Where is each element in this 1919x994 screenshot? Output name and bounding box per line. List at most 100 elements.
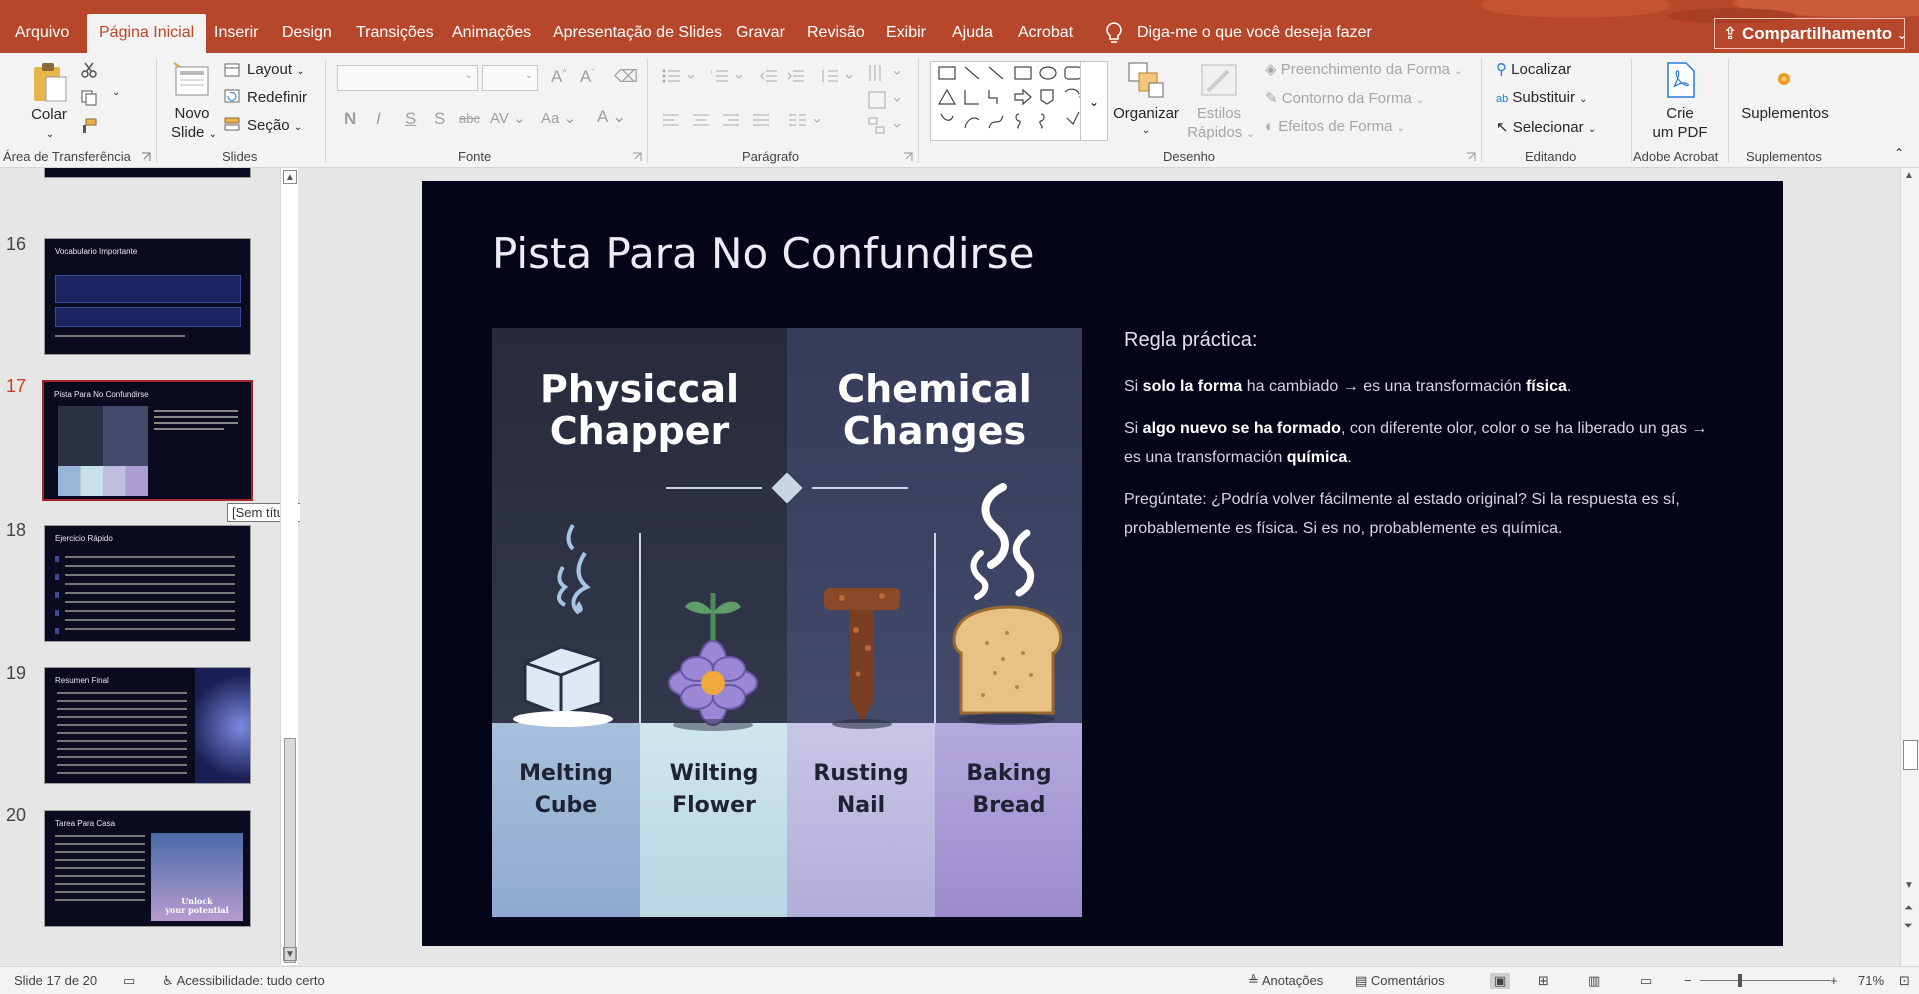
scroll-up-icon[interactable]: ▲ <box>1904 170 1914 181</box>
paste-icon[interactable] <box>30 61 70 105</box>
quick-styles-label-1[interactable]: Estilos <box>1190 104 1248 123</box>
line-spacing-icon[interactable] <box>820 69 854 83</box>
increase-font-icon[interactable]: A^ <box>551 67 567 87</box>
tab-apresentacao[interactable]: Apresentação de Slides <box>553 0 722 53</box>
zoom-in-icon[interactable]: + <box>1830 973 1838 988</box>
addins-button[interactable]: Suplementos <box>1740 104 1830 123</box>
quick-styles-icon[interactable] <box>1200 61 1238 99</box>
create-pdf-label-2[interactable]: um PDF <box>1650 123 1710 142</box>
shapes-more-button[interactable]: ⌄ <box>1080 61 1108 141</box>
notes-button[interactable]: ≜ Anotações <box>1248 973 1323 989</box>
next-slide-icon[interactable]: ⏷ <box>1904 920 1913 933</box>
thumbnails-scrollbar[interactable]: ▲ ▼ <box>280 168 298 965</box>
clear-formatting-icon[interactable]: ⌫ <box>614 67 638 87</box>
scroll-up-icon[interactable]: ▲ <box>283 170 297 184</box>
physical-vs-chemical-illustration[interactable]: Physiccal Chapper Chemical Changes Melti… <box>492 328 1082 917</box>
tab-acrobat[interactable]: Acrobat <box>1018 0 1073 53</box>
numbering-icon[interactable]: 1 <box>710 69 744 83</box>
tell-me-box[interactable]: Diga-me o que você deseja fazer <box>1100 0 1372 53</box>
notes-check-icon[interactable]: ▭ <box>123 973 135 989</box>
slide-thumbnail-20[interactable]: Tarea Para Casa Unlock your potential <box>44 810 251 927</box>
section-icon[interactable] <box>224 117 240 131</box>
align-right-icon[interactable] <box>722 113 740 127</box>
editor-scrollbar[interactable]: ▲ ▼ ⏶ ⏷ <box>1900 168 1919 966</box>
slide-sorter-icon[interactable]: ⊞ <box>1538 973 1549 989</box>
rule-paragraph-chemical[interactable]: Si algo nuevo se ha formado, con diferen… <box>1124 414 1724 472</box>
comments-button[interactable]: ▤ Comentários <box>1355 973 1445 989</box>
tab-exibir[interactable]: Exibir <box>886 0 926 53</box>
shape-effects-button[interactable]: ◐ Efeitos de Forma ⌄ <box>1265 118 1405 135</box>
underline-icon[interactable]: S <box>405 109 416 129</box>
shadow-icon[interactable]: S <box>434 109 445 129</box>
rule-heading[interactable]: Regla práctica: <box>1124 329 1257 352</box>
paste-button[interactable]: Colar <box>28 105 70 124</box>
dialog-launcher-icon[interactable] <box>903 152 913 162</box>
font-color-icon[interactable]: A ⌄ <box>597 107 626 127</box>
arrange-icon[interactable] <box>1127 61 1165 99</box>
decrease-font-icon[interactable]: Aˇ <box>580 67 594 87</box>
create-pdf-icon[interactable] <box>1664 61 1696 99</box>
columns-icon[interactable] <box>788 113 822 127</box>
rule-paragraph-physical[interactable]: Si solo la forma ha cambiado → es una tr… <box>1124 372 1724 401</box>
tab-inserir[interactable]: Inserir <box>214 0 258 53</box>
scroll-down-icon[interactable]: ▼ <box>283 947 297 961</box>
find-button[interactable]: ⚲ Localizar <box>1496 60 1571 78</box>
chevron-down-icon[interactable]: ⌄ <box>1136 121 1156 140</box>
zoom-slider[interactable] <box>1700 980 1830 981</box>
align-text-icon[interactable] <box>868 91 904 109</box>
quick-styles-button[interactable]: Rápidos ⌄ <box>1180 123 1262 144</box>
new-slide-icon[interactable] <box>172 61 212 99</box>
cut-icon[interactable] <box>80 61 98 79</box>
tab-arquivo[interactable]: Arquivo <box>15 0 69 53</box>
align-center-icon[interactable] <box>692 113 710 127</box>
tab-transicoes[interactable]: Transições <box>356 0 434 53</box>
shape-outline-button[interactable]: ✎ Contorno da Forma ⌄ <box>1265 89 1424 107</box>
dialog-launcher-icon[interactable] <box>632 152 642 162</box>
zoom-level[interactable]: 71% <box>1858 973 1884 988</box>
slide-title[interactable]: Pista Para No Confundirse <box>492 229 1035 278</box>
chevron-down-icon[interactable]: ⌄ <box>112 87 120 98</box>
bold-icon[interactable]: N <box>344 109 356 129</box>
replace-button[interactable]: ab Substituir ⌄ <box>1496 89 1588 106</box>
slide-thumbnail-17[interactable]: Pista Para No Confundirse <box>40 378 255 503</box>
rule-paragraph-question[interactable]: Pregúntate: ¿Podría volver fácilmente al… <box>1124 485 1724 543</box>
chevron-down-icon[interactable]: ⌄ <box>40 125 60 144</box>
tab-design[interactable]: Design <box>282 0 332 53</box>
slide-thumbnail-15[interactable] <box>44 168 251 178</box>
font-name-dropdown[interactable]: ⌄ <box>337 65 478 91</box>
slide-canvas[interactable]: Pista Para No Confundirse Physiccal Chapp… <box>422 181 1783 946</box>
accessibility-button[interactable]: ♿ Acessibilidade: tudo certo <box>162 973 325 989</box>
dialog-launcher-icon[interactable] <box>141 152 151 162</box>
new-slide-label-1[interactable]: Novo <box>168 104 216 123</box>
layout-button[interactable]: Layout ⌄ <box>247 61 305 78</box>
copy-icon[interactable] <box>80 89 98 107</box>
scrollbar-thumb[interactable] <box>284 738 296 963</box>
character-spacing-icon[interactable]: AV ⌄ <box>490 109 526 127</box>
tab-pagina-inicial[interactable]: Página Inicial <box>87 14 207 53</box>
layout-icon[interactable] <box>224 63 240 77</box>
increase-indent-icon[interactable] <box>787 69 805 83</box>
text-direction-icon[interactable] <box>868 63 904 85</box>
scroll-down-icon[interactable]: ▼ <box>1904 880 1914 891</box>
change-case-icon[interactable]: Aa ⌄ <box>541 109 576 127</box>
strikethrough-icon[interactable]: abc <box>459 111 480 126</box>
collapse-ribbon-icon[interactable]: ⌃ <box>1894 146 1904 160</box>
dialog-launcher-icon[interactable] <box>1466 152 1476 162</box>
reset-icon[interactable] <box>224 89 240 103</box>
bullets-icon[interactable] <box>662 69 696 83</box>
italic-icon[interactable]: I <box>376 109 381 129</box>
normal-view-icon[interactable]: ▣ <box>1490 973 1511 989</box>
previous-slide-icon[interactable]: ⏶ <box>1904 902 1913 915</box>
font-size-dropdown[interactable]: ⌄ <box>482 65 538 91</box>
section-button[interactable]: Seção ⌄ <box>247 117 302 134</box>
shape-fill-button[interactable]: ◈ Preenchimento da Forma ⌄ <box>1265 60 1463 78</box>
tab-revisao[interactable]: Revisão <box>807 0 865 53</box>
new-slide-button[interactable]: Slide ⌄ <box>164 123 224 144</box>
slide-thumbnail-16[interactable]: Vocabulario Importante <box>44 238 251 355</box>
slide-thumbnail-18[interactable]: Ejercicio Rápido <box>44 525 251 642</box>
fit-to-window-icon[interactable]: ⊡ <box>1899 973 1910 989</box>
slide-thumbnail-19[interactable]: Resumen Final <box>44 667 251 784</box>
reset-button[interactable]: Redefinir <box>247 89 307 106</box>
share-button[interactable]: ⇪ Compartilhamento ⌄ <box>1714 18 1907 49</box>
zoom-slider-thumb[interactable] <box>1738 974 1742 987</box>
